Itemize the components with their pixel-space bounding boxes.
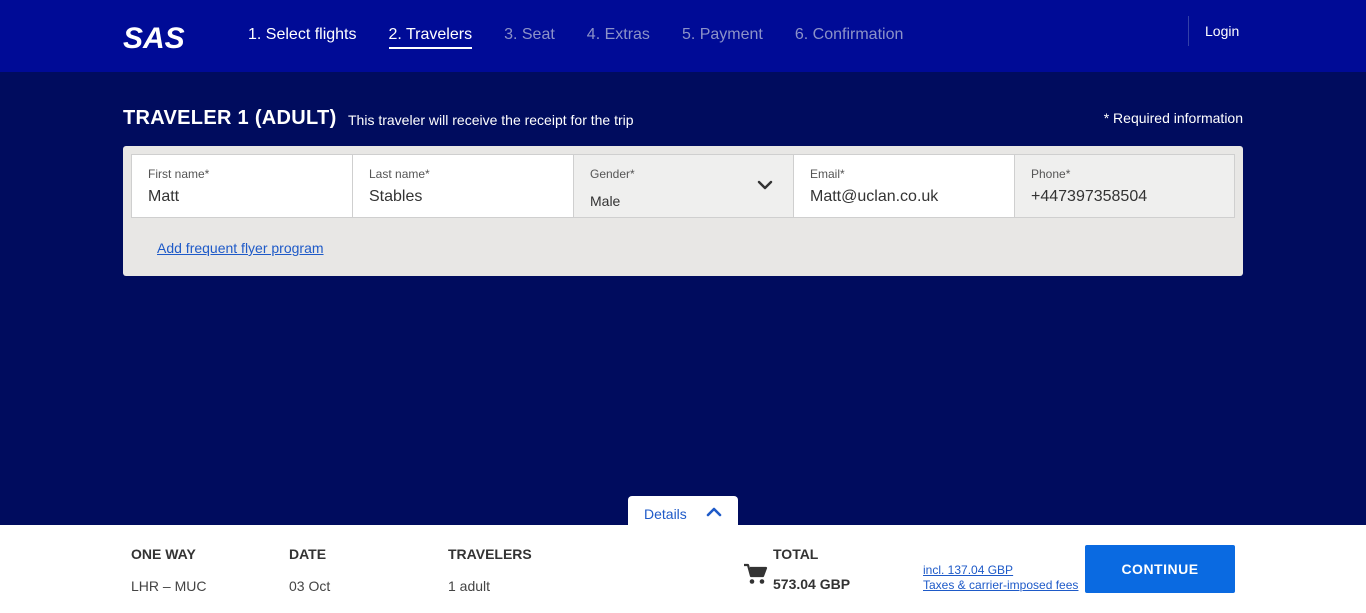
fees-line-1: incl. 137.04 GBP <box>923 563 1014 577</box>
top-navigation-bar: SAS 1. Select flights 2. Travelers 3. Se… <box>0 0 1366 72</box>
details-label: Details <box>644 506 687 522</box>
gender-label: Gender* <box>590 167 635 181</box>
travelers-value: 1 adult <box>448 578 491 594</box>
traveler-form-card: First name* Matt Last name* Stables Gend… <box>123 146 1243 276</box>
step-confirmation: 6. Confirmation <box>794 26 904 43</box>
traveler-fields-row: First name* Matt Last name* Stables Gend… <box>131 154 1235 218</box>
required-note: * Required information <box>1103 110 1243 126</box>
sas-logo[interactable]: SAS <box>123 22 197 52</box>
date-label: DATE <box>289 546 327 562</box>
add-frequent-flyer-link[interactable]: Add frequent flyer program <box>157 240 324 256</box>
step-extras: 4. Extras <box>586 26 650 43</box>
last-name-label: Last name* <box>369 167 430 181</box>
login-divider <box>1188 16 1189 46</box>
first-name-field[interactable]: First name* Matt <box>132 155 353 217</box>
phone-label: Phone* <box>1031 167 1071 181</box>
travelers-label: TRAVELERS <box>448 546 532 562</box>
shopping-cart-icon <box>744 563 768 584</box>
step-payment: 5. Payment <box>681 26 763 43</box>
total-label: TOTAL <box>773 546 819 562</box>
step-select-flights[interactable]: 1. Select flights <box>248 25 357 49</box>
route-value: LHR – MUC <box>131 578 207 594</box>
continue-button[interactable]: CONTINUE <box>1085 545 1235 593</box>
traveler-title: TRAVELER 1 (ADULT) <box>123 107 337 129</box>
traveler-subtitle: This traveler will receive the receipt f… <box>348 112 634 128</box>
first-name-value[interactable]: Matt <box>148 187 336 207</box>
email-label: Email* <box>810 167 845 181</box>
booking-steps: 1. Select flights 2. Travelers 3. Seat 4… <box>248 25 935 49</box>
trip-type-label: ONE WAY <box>131 546 196 562</box>
gender-select[interactable]: Gender* Male <box>574 155 794 217</box>
first-name-label: First name* <box>148 167 210 181</box>
booking-summary-footer: ONE WAY LHR – MUC DATE 03 Oct TRAVELERS … <box>0 525 1366 613</box>
date-value: 03 Oct <box>289 578 331 594</box>
svg-text:SAS: SAS <box>123 22 185 52</box>
last-name-field[interactable]: Last name* Stables <box>353 155 574 217</box>
fees-link[interactable]: incl. 137.04 GBP Taxes & carrier-imposed… <box>923 563 1078 593</box>
chevron-down-icon[interactable] <box>757 179 773 191</box>
email-field[interactable]: Email* Matt@uclan.co.uk <box>794 155 1015 217</box>
phone-value[interactable]: +447397358504 <box>1031 187 1218 207</box>
login-link[interactable]: Login <box>1205 23 1239 39</box>
step-seat: 3. Seat <box>504 26 555 43</box>
chevron-up-icon <box>706 507 722 517</box>
last-name-value[interactable]: Stables <box>369 187 557 207</box>
step-travelers[interactable]: 2. Travelers <box>388 25 473 49</box>
total-amount: 573.04 GBP <box>773 576 851 592</box>
gender-value[interactable]: Male <box>590 191 777 211</box>
fees-line-2: Taxes & carrier-imposed fees <box>923 578 1079 592</box>
phone-field[interactable]: Phone* +447397358504 <box>1015 155 1234 217</box>
email-value[interactable]: Matt@uclan.co.uk <box>810 187 998 207</box>
details-toggle[interactable]: Details <box>628 496 738 526</box>
